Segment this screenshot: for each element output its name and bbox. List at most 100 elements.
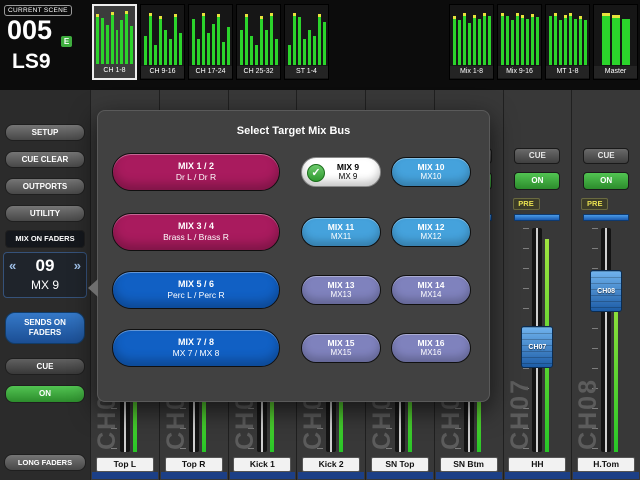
meter-bar xyxy=(526,19,529,65)
meter-bar xyxy=(169,39,172,65)
cue-clear-button[interactable]: CUE CLEAR xyxy=(5,151,85,168)
meter-bar xyxy=(579,16,582,65)
channel-name-tag[interactable]: HH xyxy=(508,457,566,472)
meter-bar xyxy=(275,39,278,65)
scene-panel[interactable]: CURRENT SCENE 005 E LS9 xyxy=(0,0,90,90)
meter-bar xyxy=(288,45,291,65)
mix-button-label: MIX 10 xyxy=(392,163,470,173)
meter-bar xyxy=(511,20,514,65)
meter-block-mix-9-16[interactable]: Mix 9-16 xyxy=(497,4,542,80)
meter-block-mt-1-8[interactable]: MT 1-8 xyxy=(545,4,590,80)
meter-bar xyxy=(179,33,182,65)
mix-pair-sublabel: MX 7 / MX 8 xyxy=(113,349,279,359)
meter-bar xyxy=(116,30,119,64)
meter-bar xyxy=(240,30,243,65)
long-faders-button[interactable]: LONG FADERS xyxy=(4,454,86,471)
mix-pair-label: MIX 3 / 4 xyxy=(113,221,279,231)
mix-on-faders-button[interactable]: MIX ON FADERS xyxy=(5,230,85,248)
meter-bar xyxy=(227,27,230,65)
mix-pair-sublabel: Dr L / Dr R xyxy=(113,173,279,183)
sidebar-on-button[interactable]: ON xyxy=(5,385,85,403)
mix-button-label: MIX 16 xyxy=(392,339,470,349)
meter-bar xyxy=(130,26,133,64)
channel-name-tag[interactable]: Top L xyxy=(96,457,154,472)
mix-button-label: MIX 15 xyxy=(302,339,380,349)
mix-pair-button-mix-7-8[interactable]: MIX 7 / 8 MX 7 / MX 8 xyxy=(112,329,280,367)
meter-bar xyxy=(602,13,610,65)
sends-on-faders-button[interactable]: SENDS ON FADERS xyxy=(5,312,85,344)
meter-bar xyxy=(303,39,306,65)
channel-color-bar xyxy=(505,472,571,479)
meter-bar xyxy=(293,13,296,65)
meter-block-ch-9-16[interactable]: CH 9-16 xyxy=(140,4,185,80)
mix-pair-sublabel: Brass L / Brass R xyxy=(113,233,279,243)
sidebar: SETUP CUE CLEAR OUTPORTS UTILITY MIX ON … xyxy=(0,90,90,480)
fader-cap[interactable]: CH07 xyxy=(521,326,553,368)
meter-bar xyxy=(202,13,205,65)
mix-button-mix-15[interactable]: MIX 15MX15 xyxy=(301,333,381,363)
meter-bar xyxy=(164,30,167,65)
mix-pair-button-mix-5-6[interactable]: MIX 5 / 6Perc L / Perc R xyxy=(112,271,280,309)
cue-button[interactable]: CUE xyxy=(514,148,560,164)
mix-button-mix-13[interactable]: MIX 13MX13 xyxy=(301,275,381,305)
utility-button[interactable]: UTILITY xyxy=(5,205,85,222)
mix-pair-button-mix-3-4[interactable]: MIX 3 / 4 Brass L / Brass R xyxy=(112,213,280,251)
meter-block-label: MT 1-8 xyxy=(546,66,589,78)
mix-button-mix-14[interactable]: MIX 14MX14 xyxy=(391,275,471,305)
meter-bar xyxy=(174,14,177,65)
mix-button-mix-9[interactable]: ✓MIX 9MX 9 xyxy=(301,157,381,187)
mix-button-mix-11[interactable]: MIX 11MX11 xyxy=(301,217,381,247)
pre-indicator[interactable]: PRE xyxy=(513,198,540,210)
on-button[interactable]: ON xyxy=(583,172,629,190)
meter-block-ch-17-24[interactable]: CH 17-24 xyxy=(188,4,233,80)
meter-block-label: ST 1-4 xyxy=(285,66,328,78)
mix-select-panel: « 09 » MX 9 xyxy=(3,252,87,298)
meter-bar xyxy=(574,19,577,65)
channel-name-tag[interactable]: H.Tom xyxy=(577,457,635,472)
meter-bars xyxy=(189,5,232,66)
pre-indicator[interactable]: PRE xyxy=(581,198,608,210)
meter-bar xyxy=(323,22,326,66)
meter-bar xyxy=(106,25,109,64)
meter-bar xyxy=(501,13,504,65)
meter-block-st-1-4[interactable]: ST 1-4 xyxy=(284,4,329,80)
channel-name-tag[interactable]: SN Top xyxy=(371,457,429,472)
setup-button[interactable]: SETUP xyxy=(5,124,85,141)
meter-block-ch-25-32[interactable]: CH 25-32 xyxy=(236,4,281,80)
channel-name-tag[interactable]: SN Btm xyxy=(440,457,498,472)
meter-bars xyxy=(94,6,135,65)
meter-bar xyxy=(478,19,481,65)
channel-number-label: CH08 xyxy=(574,378,603,450)
mix-button-mix-10[interactable]: MIX 10MX10 xyxy=(391,157,471,187)
mix-pair-button-mix-1-2[interactable]: MIX 1 / 2Dr L / Dr R xyxy=(112,153,280,191)
cue-button[interactable]: CUE xyxy=(583,148,629,164)
channel-name-tag[interactable]: Kick 2 xyxy=(302,457,360,472)
meter-block-mix-1-8[interactable]: Mix 1-8 xyxy=(449,4,494,80)
stagemix-app: CURRENT SCENE 005 E LS9 CH 1-8CH 9-16CH … xyxy=(0,0,640,480)
meter-bar xyxy=(584,20,587,65)
meter-bar xyxy=(197,39,200,65)
sidebar-cue-button[interactable]: CUE xyxy=(5,358,85,375)
meter-bar xyxy=(488,16,491,65)
mix-button-sublabel: MX14 xyxy=(392,290,470,299)
meter-bar xyxy=(154,45,157,65)
channel-color-bar xyxy=(92,472,158,479)
mix-pair-label: MIX 7 / 8 xyxy=(113,337,279,347)
meter-bar xyxy=(468,23,471,65)
meter-block-master[interactable]: Master xyxy=(593,4,638,80)
channel-number-label: CH07 xyxy=(506,378,535,450)
channel-color-bar xyxy=(161,472,227,479)
meter-bar xyxy=(458,20,461,65)
fader-cap[interactable]: CH08 xyxy=(590,270,622,312)
channel-color-bar xyxy=(436,472,502,479)
channel-name-tag[interactable]: Top R xyxy=(165,457,223,472)
top-bar: CURRENT SCENE 005 E LS9 CH 1-8CH 9-16CH … xyxy=(0,0,640,90)
on-button[interactable]: ON xyxy=(514,172,560,190)
meter-block-ch-1-8[interactable]: CH 1-8 xyxy=(92,4,137,80)
mix-button-mix-16[interactable]: MIX 16MX16 xyxy=(391,333,471,363)
mix-button-mix-12[interactable]: MIX 12MX12 xyxy=(391,217,471,247)
next-mix-arrow-icon[interactable]: » xyxy=(74,258,81,273)
channel-name-tag[interactable]: Kick 1 xyxy=(233,457,291,472)
outports-button[interactable]: OUTPORTS xyxy=(5,178,85,195)
meter-bar xyxy=(473,15,476,65)
